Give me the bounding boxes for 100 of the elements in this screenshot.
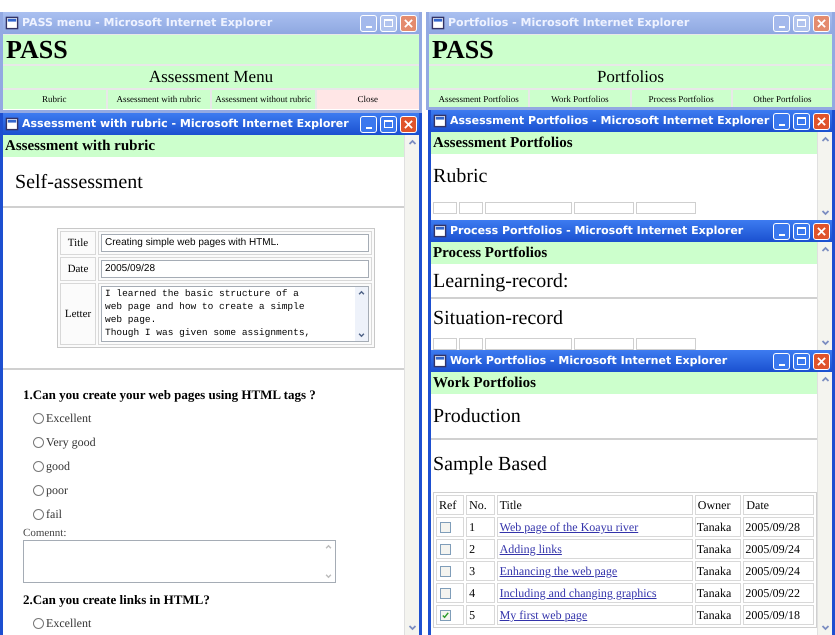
table-cell: 2005/09/22: [743, 583, 814, 603]
radio-button[interactable]: [33, 436, 44, 448]
table-cell: [574, 338, 634, 350]
maximize-button[interactable]: [793, 222, 810, 240]
page-icon: [431, 16, 445, 30]
option-label: Very good: [46, 434, 96, 451]
section-heading: Sample Based: [432, 452, 548, 477]
window-title: Portfolios - Microsoft Internet Explorer: [448, 14, 690, 31]
letter-field[interactable]: I learned the basic structure of a web page and how to create a simple web page. Though I was given some assignments,: [101, 286, 369, 342]
section-heading: Production: [432, 404, 522, 429]
text-field[interactable]: Creating simple web pages with HTML.: [101, 234, 369, 252]
close-button[interactable]: [813, 222, 830, 240]
checkbox[interactable]: [440, 610, 451, 620]
section-heading: Situation-record: [432, 306, 564, 330]
close-icon: [404, 18, 413, 28]
table-cell: [433, 338, 457, 350]
close-link[interactable]: Close: [316, 90, 419, 109]
radio-button[interactable]: [33, 618, 44, 628]
maximize-button[interactable]: [793, 352, 810, 370]
maximize-button[interactable]: [380, 116, 397, 132]
close-icon: [817, 116, 826, 126]
page-header: Process Portfolios: [431, 242, 817, 264]
minimize-button[interactable]: [773, 352, 790, 370]
close-icon: [817, 226, 826, 236]
menu-heading: Portfolios: [429, 66, 832, 88]
column-header: Ref: [436, 495, 464, 515]
page-icon: [5, 16, 19, 30]
close-button[interactable]: [400, 116, 417, 132]
table-cell: [459, 202, 483, 214]
column-header: Date: [743, 495, 814, 515]
window-title: Assessment Portfolios - Microsoft Internet Explorer: [450, 112, 770, 129]
close-button[interactable]: [813, 14, 830, 32]
minimize-button[interactable]: [773, 222, 790, 240]
table-cell: Tanaka: [694, 583, 742, 603]
table-cell: 3: [466, 561, 495, 581]
close-icon: [404, 120, 413, 128]
radio-button[interactable]: [33, 484, 44, 496]
comment-label: Comennt:: [23, 526, 68, 540]
menu-link[interactable]: Other Portfolios: [732, 90, 832, 107]
section-heading: Rubric: [432, 164, 488, 189]
text-field[interactable]: 2005/09/28: [101, 260, 369, 278]
checkbox[interactable]: [440, 522, 451, 532]
menu-link[interactable]: Assessment Portfolios: [429, 90, 528, 107]
menu-link[interactable]: Rubric: [3, 90, 106, 109]
menu-link[interactable]: Work Portfolios: [530, 90, 630, 107]
page-icon: [433, 354, 447, 368]
option-label: good: [46, 458, 70, 475]
window-title: Assessment with rubric - Microsoft Internet Explorer: [22, 116, 350, 132]
table-cell: [574, 202, 634, 214]
table-cell: 2005/09/24: [743, 539, 814, 559]
table-cell: [433, 202, 457, 214]
option-label: Excellent: [46, 410, 92, 427]
option-label: fail: [46, 506, 62, 523]
checkbox[interactable]: [440, 544, 451, 554]
table-cell: 2005/09/18: [743, 605, 814, 625]
field-label: Date: [60, 257, 96, 281]
section-heading: Self-assessment: [14, 170, 144, 194]
column-header: Owner: [694, 495, 742, 515]
option-label: Excellent: [46, 615, 92, 632]
radio-button[interactable]: [33, 460, 44, 472]
page-header: Work Portfolios: [431, 372, 817, 394]
comment-field[interactable]: [23, 540, 336, 583]
close-button[interactable]: [400, 14, 417, 32]
window-title: Work Portfolios - Microsoft Internet Explorer: [450, 352, 728, 369]
column-header: No.: [466, 495, 495, 515]
menu-link[interactable]: Assessment without rubric: [212, 90, 314, 109]
table-cell: 2005/09/28: [743, 517, 814, 537]
checkbox[interactable]: [440, 588, 451, 598]
maximize-button[interactable]: [793, 112, 810, 130]
menu-heading: Assessment Menu: [3, 66, 419, 88]
question-text: 2.Can you create links in HTML?: [23, 591, 211, 610]
table-cell: 2005/09/24: [743, 561, 814, 581]
scrollbar[interactable]: [817, 132, 832, 220]
window-title: PASS menu - Microsoft Internet Explorer: [22, 14, 274, 31]
minimize-button[interactable]: [360, 116, 377, 132]
minimize-button[interactable]: [773, 112, 790, 130]
option-label: poor: [46, 482, 68, 499]
table-cell: Tanaka: [694, 561, 742, 581]
table-cell: Tanaka: [694, 605, 742, 625]
menu-link[interactable]: Assessment with rubric: [108, 90, 210, 109]
scrollbar[interactable]: [817, 372, 832, 635]
table-cell: Tanaka: [694, 539, 742, 559]
field-label: Title: [60, 231, 96, 255]
table-cell: [459, 338, 483, 350]
checkbox[interactable]: [440, 566, 451, 576]
field-label: Letter: [60, 283, 96, 345]
menu-link[interactable]: Process Portfolios: [632, 90, 731, 107]
table-cell: [636, 338, 696, 350]
scrollbar[interactable]: [817, 242, 832, 350]
table-cell: 5: [466, 605, 495, 625]
close-button[interactable]: [813, 112, 830, 130]
window-title: Process Portfolios - Microsoft Internet Explorer: [450, 222, 744, 239]
page-icon: [5, 117, 19, 131]
table-cell: 1: [466, 517, 495, 537]
question-text: 1.Can you create your web pages using HTML tags ?: [23, 386, 317, 404]
scrollbar[interactable]: [404, 135, 419, 635]
close-button[interactable]: [813, 352, 830, 370]
radio-button[interactable]: [33, 508, 44, 520]
table-cell: [636, 202, 696, 214]
radio-button[interactable]: [33, 412, 44, 424]
